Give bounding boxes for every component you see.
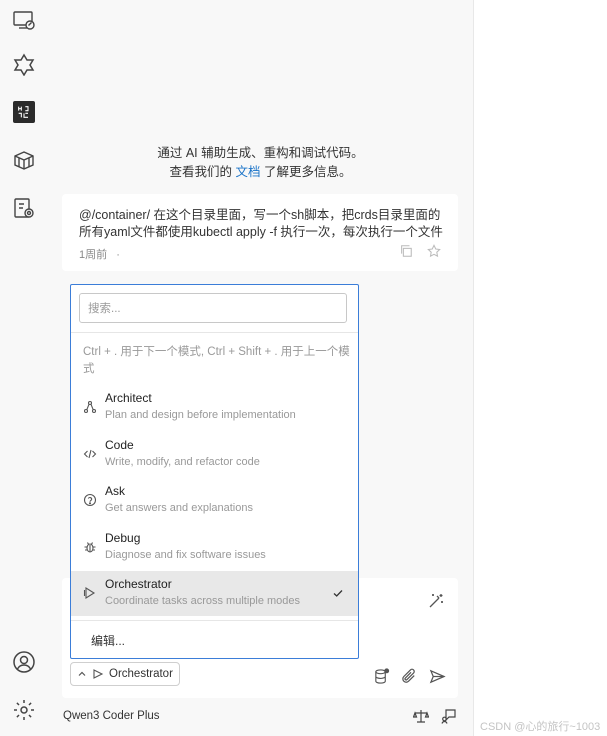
chevron-up-icon: [78, 671, 86, 676]
dropdown-divider: [71, 620, 358, 621]
dropdown-divider: [71, 332, 358, 333]
mode-item-architect[interactable]: Architect Plan and design before impleme…: [71, 385, 358, 430]
docs-link[interactable]: 文档: [235, 165, 260, 179]
welcome-line-2: 查看我们的 文档 了解更多信息。: [48, 161, 473, 180]
bottom-bar: Qwen3 Coder Plus: [48, 700, 473, 736]
watermark: CSDN @心的旅行~1003: [480, 721, 601, 733]
input-tools: [373, 668, 446, 690]
model-selector[interactable]: Qwen3 Coder Plus: [63, 710, 160, 722]
send-icon[interactable]: [429, 668, 446, 690]
edit-modes-item[interactable]: 编辑...: [91, 632, 125, 649]
kilo-code-icon[interactable]: [0, 92, 48, 132]
star-icon[interactable]: [427, 244, 441, 263]
welcome-line-1: 通过 AI 辅助生成、重构和调试代码。: [157, 146, 364, 160]
kilo-code-badge: [13, 101, 35, 123]
feedback-icon[interactable]: [441, 708, 457, 729]
history-task-card[interactable]: @/container/ 在这个目录里面，写一个sh脚本，把crds目录里面的所…: [62, 194, 458, 271]
mode-title: Debug: [105, 531, 141, 545]
mode-shortcut-hint: Ctrl + . 用于下一个模式, Ctrl + Shift + . 用于上一个…: [83, 346, 350, 375]
manage-gear-icon[interactable]: [0, 690, 48, 730]
architect-icon: [83, 400, 97, 414]
mode-description: Write, modify, and refactor code: [105, 456, 260, 468]
mode-description: Diagnose and fix software issues: [105, 549, 266, 561]
welcome-suffix: 了解更多信息。: [260, 165, 352, 179]
mode-item-debug[interactable]: Debug Diagnose and fix software issues: [71, 525, 358, 570]
mode-chip-label: Orchestrator: [109, 668, 173, 680]
mode-item-ask[interactable]: Ask Get answers and explanations: [71, 478, 358, 523]
extension-logo-icon[interactable]: [0, 44, 48, 84]
history-actions: [399, 244, 441, 263]
paperclip-icon[interactable]: [401, 668, 418, 690]
mode-search-input[interactable]: 搜索...: [79, 293, 347, 323]
bottom-icons: [412, 708, 457, 729]
copy-icon[interactable]: [399, 244, 413, 263]
orchestrator-icon: [93, 669, 104, 679]
orchestrator-icon: [83, 586, 97, 600]
editor-area: [474, 0, 607, 736]
code-icon: [83, 447, 97, 461]
history-task-text: @/container/ 在这个目录里面，写一个sh脚本，把crds目录里面的所…: [79, 208, 443, 239]
mode-description: Get answers and explanations: [105, 502, 253, 514]
mode-selector-chip[interactable]: Orchestrator: [70, 662, 180, 686]
question-circle-icon: [83, 493, 97, 507]
mode-description: Plan and design before implementation: [105, 409, 296, 421]
container-icon[interactable]: [0, 140, 48, 180]
enhance-prompt-icon[interactable]: [427, 592, 445, 610]
remote-settings-icon[interactable]: [0, 188, 48, 228]
mode-dropdown: 搜索... Ctrl + . 用于下一个模式, Ctrl + Shift + .…: [70, 284, 359, 659]
mode-item-orchestrator[interactable]: Orchestrator Coordinate tasks across mul…: [71, 571, 358, 616]
welcome-prefix: 查看我们的: [169, 165, 236, 179]
remote-explorer-icon[interactable]: [0, 0, 48, 40]
bug-icon: [83, 540, 97, 554]
database-icon[interactable]: [373, 668, 390, 690]
history-meta-separator: ·: [116, 249, 120, 261]
mode-title: Ask: [105, 484, 126, 498]
mode-description: Coordinate tasks across multiple modes: [105, 595, 301, 607]
mode-item-code[interactable]: Code Write, modify, and refactor code: [71, 432, 358, 477]
checkmark-icon: [332, 586, 344, 598]
history-task-meta: 1周前 ·: [79, 246, 120, 262]
scale-balance-icon[interactable]: [412, 708, 430, 729]
mode-title: Orchestrator: [105, 577, 172, 591]
history-task-time: 1周前: [79, 249, 108, 261]
mode-title: Code: [105, 438, 134, 452]
account-icon[interactable]: [0, 642, 48, 682]
activity-bar: [0, 0, 49, 736]
mode-title: Architect: [105, 391, 152, 405]
